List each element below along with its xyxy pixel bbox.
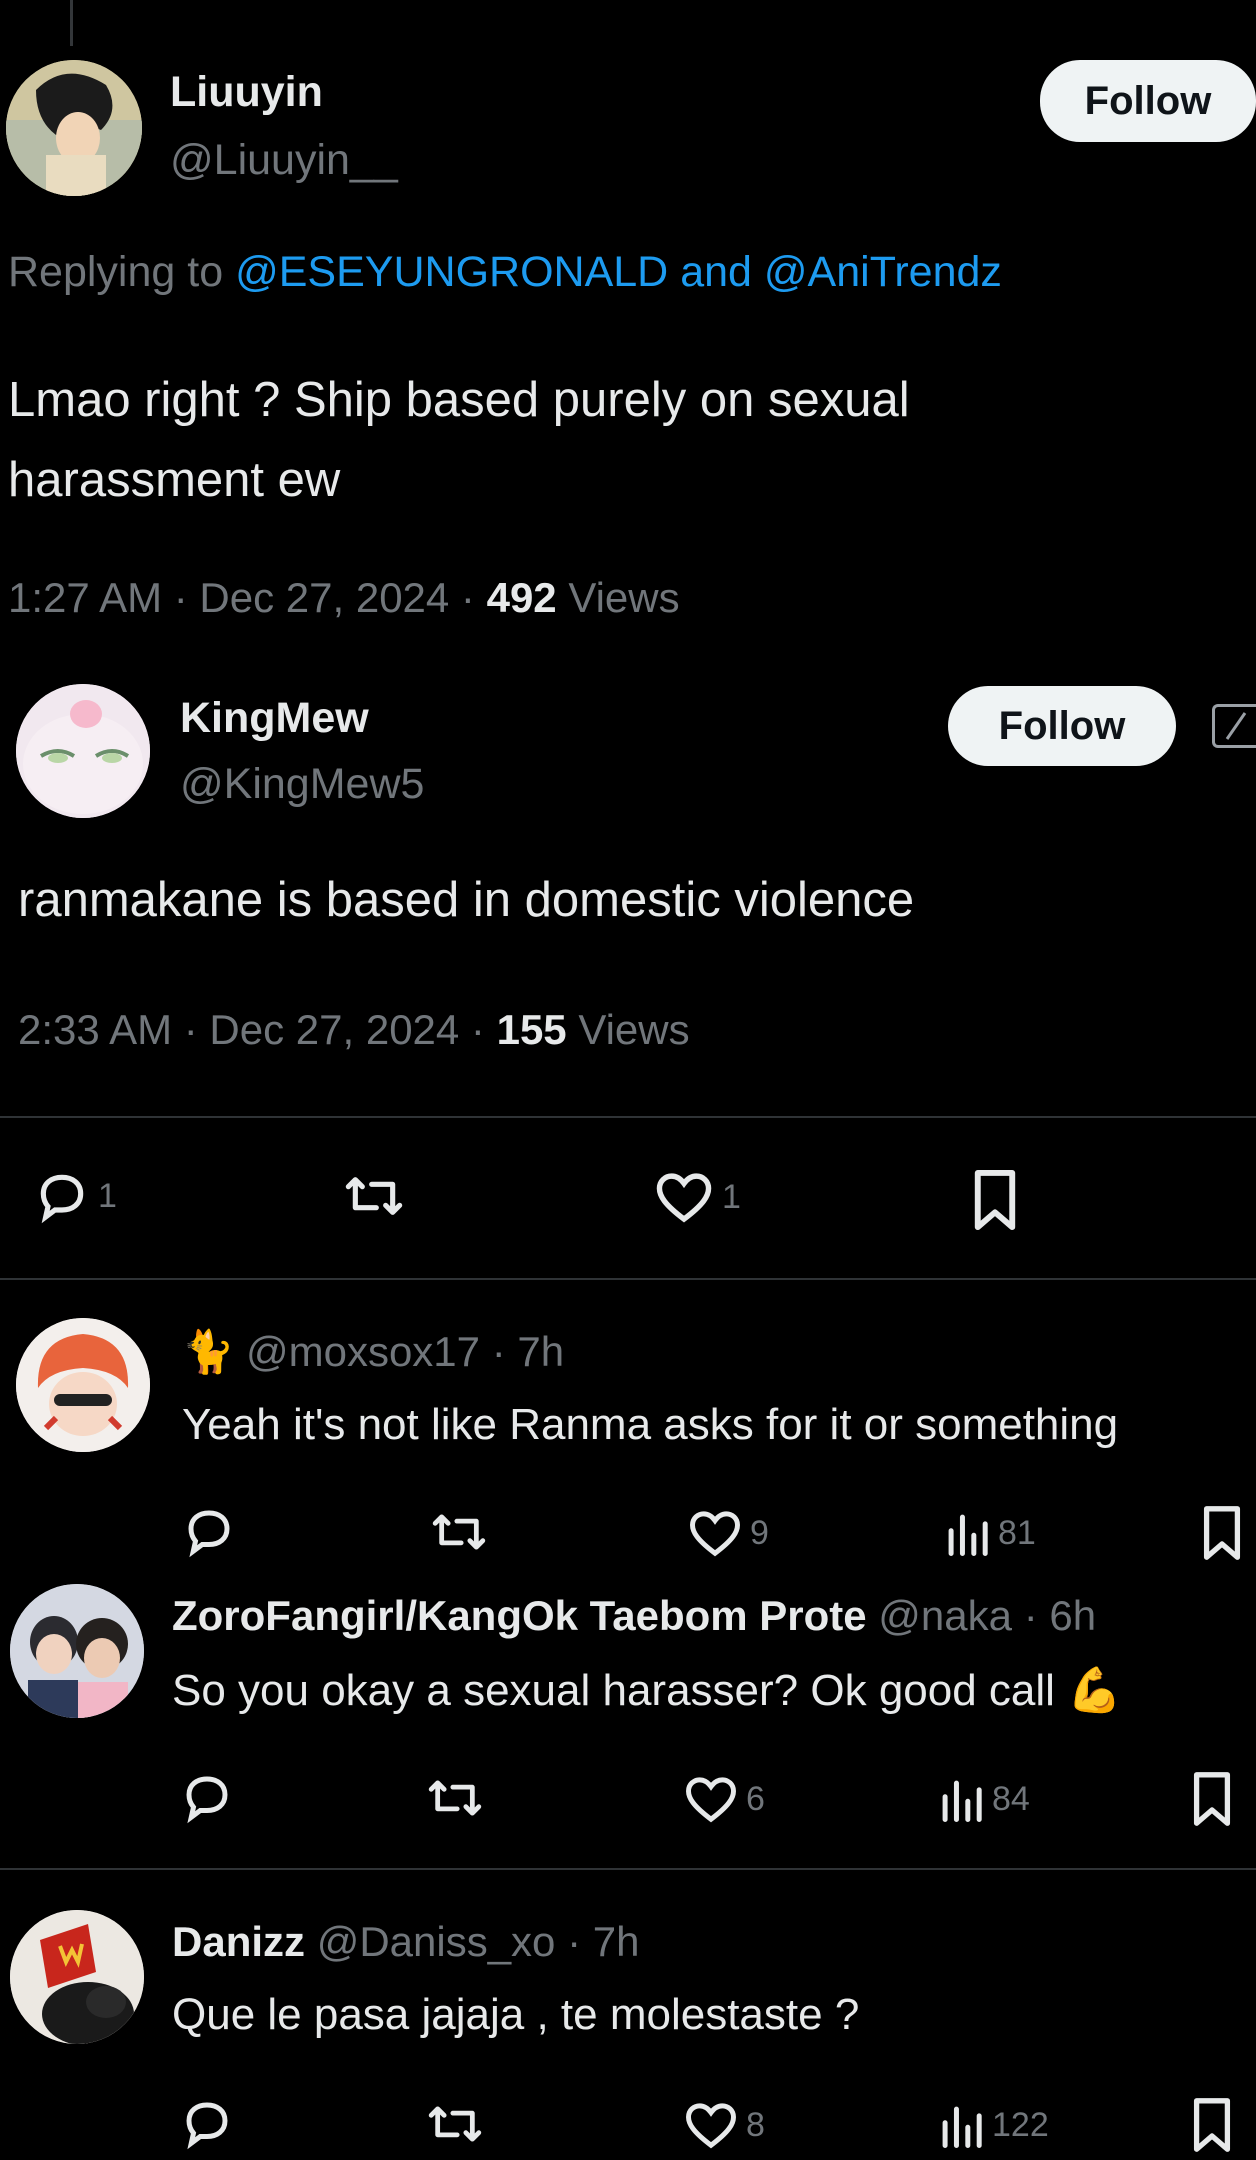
edit-icon[interactable] (1212, 704, 1256, 748)
tweet-text: ranmakane is based in domestic violence (18, 873, 915, 927)
bookmark-button[interactable] (970, 1168, 1020, 1232)
display-name[interactable]: ZoroFangirl/KangOk Taebom Prote (172, 1592, 867, 1639)
mention-link[interactable]: @ESEYUNGRONALD (235, 248, 668, 296)
reply-icon (186, 2102, 228, 2150)
replying-to: Replying to @ESEYUNGRONALD and @AniTrend… (8, 248, 1002, 297)
reply-icon (186, 1776, 228, 1824)
views-icon (942, 2106, 982, 2148)
like-button[interactable]: 9 (688, 1508, 769, 1558)
avatar[interactable] (16, 684, 150, 818)
bookmark-icon (974, 1169, 1016, 1231)
reply-text: Yeah it's not like Ranma asks for it or … (182, 1400, 1119, 1449)
heart-icon (656, 1173, 712, 1223)
divider (0, 1868, 1256, 1870)
like-button[interactable]: 8 (684, 2100, 765, 2150)
divider (0, 1116, 1256, 1118)
reply-header: ZoroFangirl/KangOk Taebom Prote @naka · … (172, 1592, 1256, 1640)
views-count: 155 (496, 1006, 567, 1053)
reply-text-content: So you okay a sexual harasser? Ok good c… (172, 1666, 1055, 1715)
views-count: 122 (992, 2105, 1049, 2144)
retweet-button[interactable] (424, 2098, 486, 2150)
display-name[interactable]: Liuuyin (170, 68, 323, 117)
reply-icon (188, 1510, 230, 1558)
tweet-text-line: Lmao right ? Ship based purely on sexual (8, 373, 910, 427)
bookmark-button[interactable] (1200, 1504, 1244, 1562)
tweet-meta: 1:27 AM · Dec 27, 2024 · 492 Views (8, 574, 680, 622)
views-count: 492 (486, 574, 557, 621)
retweet-button[interactable] (424, 1772, 486, 1824)
retweet-icon (345, 1177, 403, 1215)
reply-time[interactable]: · 7h (492, 1328, 564, 1375)
flexed-biceps-emoji: 💪 (1067, 1666, 1122, 1715)
follow-button[interactable]: Follow (948, 686, 1176, 766)
retweet-icon (428, 1780, 482, 1816)
user-handle[interactable]: @Liuuyin__ (170, 136, 398, 185)
user-handle[interactable]: @KingMew5 (180, 760, 424, 809)
retweet-icon (428, 2106, 482, 2142)
like-button[interactable]: 1 (654, 1170, 741, 1224)
views-button[interactable]: 84 (938, 1774, 1030, 1824)
timestamp[interactable]: 1:27 AM · Dec 27, 2024 · (8, 574, 487, 621)
like-button[interactable]: 6 (684, 1774, 765, 1824)
like-count: 8 (746, 2105, 765, 2144)
user-handle[interactable]: @moxsox17 (246, 1328, 480, 1375)
bookmark-button[interactable] (1190, 2096, 1234, 2154)
heart-icon (686, 1777, 736, 1823)
tweet-text: Lmao right ? Ship based purely on sexual… (8, 360, 910, 520)
tweet-meta: 2:33 AM · Dec 27, 2024 · 155 Views (18, 1006, 690, 1054)
bookmark-button[interactable] (1190, 1770, 1234, 1828)
like-count: 1 (722, 1177, 741, 1216)
timestamp[interactable]: 2:33 AM · Dec 27, 2024 · (18, 1006, 497, 1053)
views-label: Views (568, 574, 680, 621)
divider (0, 1278, 1256, 1280)
views-button[interactable]: 122 (938, 2100, 1049, 2150)
cat-emoji: 🐈 (182, 1328, 235, 1375)
bookmark-icon (1193, 2098, 1231, 2152)
retweet-button[interactable] (428, 1506, 490, 1558)
mention-link[interactable]: @AniTrendz (764, 248, 1002, 296)
reply-button[interactable] (180, 2096, 234, 2150)
views-count: 81 (998, 1513, 1036, 1552)
reply-text: Que le pasa jajaja , te molestaste ? (172, 1990, 860, 2039)
thread-line (70, 0, 73, 46)
avatar[interactable] (10, 1910, 144, 2044)
views-label: Views (578, 1006, 690, 1053)
reply-text: So you okay a sexual harasser? Ok good c… (172, 1664, 1122, 1716)
reply-time[interactable]: · 7h (567, 1918, 639, 1965)
reply-icon (40, 1174, 84, 1224)
replying-prefix: Replying to (8, 248, 224, 296)
user-handle[interactable]: @naka (878, 1592, 1012, 1639)
user-handle[interactable]: @Daniss_xo (317, 1918, 556, 1965)
reply-button[interactable]: 1 (34, 1168, 117, 1224)
like-count: 6 (746, 1779, 765, 1818)
views-icon (948, 1514, 988, 1556)
tweet-text-line: harassment ew (8, 453, 341, 507)
views-count: 84 (992, 1779, 1030, 1818)
avatar[interactable] (10, 1584, 144, 1718)
retweet-button[interactable] (340, 1168, 408, 1224)
avatar[interactable] (6, 60, 142, 196)
reply-header: 🐈 @moxsox17 · 7h (182, 1328, 564, 1377)
display-name[interactable]: KingMew (180, 694, 369, 743)
reply-button[interactable] (180, 1770, 234, 1824)
and-text: and (680, 248, 752, 296)
heart-icon (686, 2103, 736, 2149)
reply-time[interactable]: · 6h (1024, 1592, 1096, 1639)
like-count: 9 (750, 1513, 769, 1552)
display-name[interactable]: Danizz (172, 1918, 305, 1965)
avatar[interactable] (16, 1318, 150, 1452)
reply-header: Danizz @Daniss_xo · 7h (172, 1918, 639, 1966)
follow-button[interactable]: Follow (1040, 60, 1256, 142)
heart-icon (690, 1511, 740, 1557)
views-icon (942, 1780, 982, 1822)
reply-button[interactable] (182, 1504, 236, 1558)
reply-count: 1 (98, 1176, 117, 1215)
bookmark-icon (1193, 1772, 1231, 1826)
views-button[interactable]: 81 (944, 1508, 1036, 1558)
retweet-icon (432, 1514, 486, 1550)
bookmark-icon (1203, 1506, 1241, 1560)
